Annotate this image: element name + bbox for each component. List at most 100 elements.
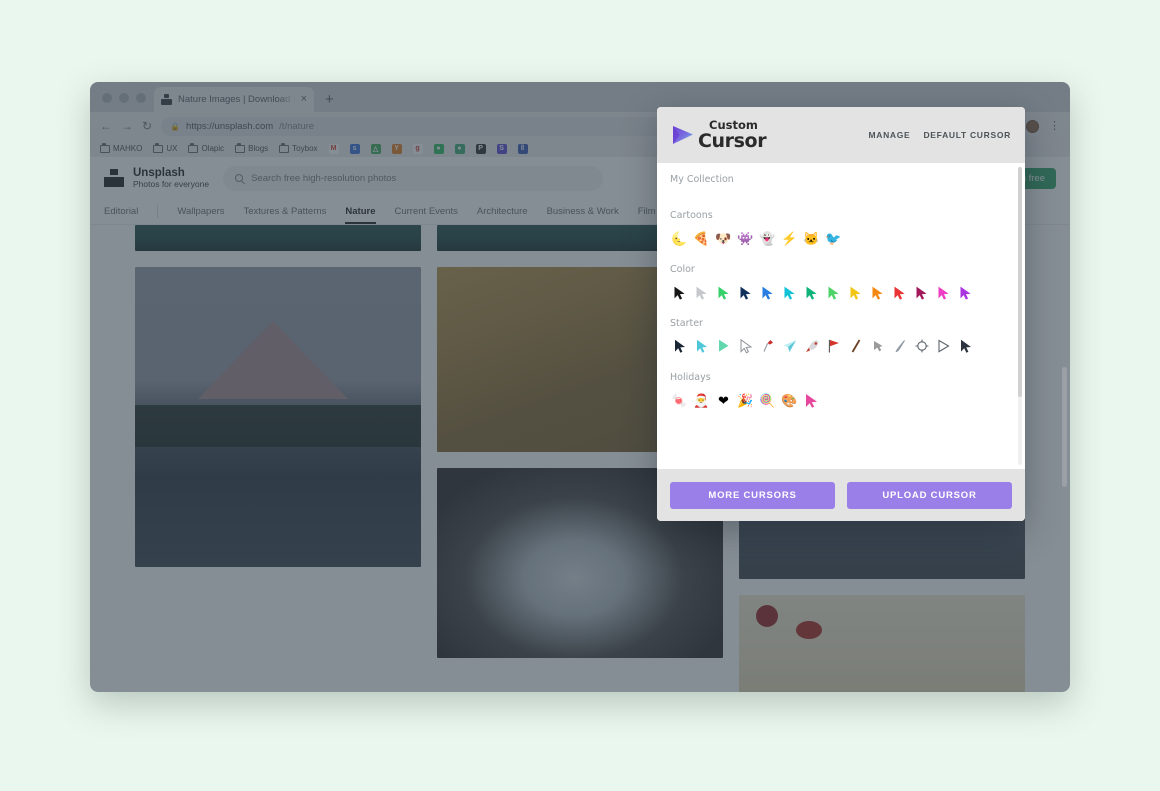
gray-hand-cursor-icon[interactable]	[868, 336, 887, 357]
pencil-cursor-icon[interactable]	[890, 336, 909, 357]
unsplash-logo[interactable]: Unsplash Photos for everyone	[104, 167, 209, 190]
nav-item-architecture[interactable]: Architecture	[477, 206, 528, 217]
blue-creature-cursor-icon[interactable]: 🐱	[802, 228, 821, 249]
navy-arrow-cursor-icon[interactable]	[736, 282, 755, 303]
manage-link[interactable]: MANAGE	[868, 130, 910, 140]
photo-thumbnail[interactable]	[135, 225, 421, 251]
new-tab-button[interactable]: +	[314, 92, 345, 112]
cursor-row	[670, 329, 1012, 361]
browser-tab-active[interactable]: Nature Images | Download Fre ×	[154, 87, 314, 112]
back-icon[interactable]: ←	[100, 120, 112, 132]
folder-icon	[188, 145, 198, 153]
lime-arrow-cursor-icon[interactable]	[824, 282, 843, 303]
purple-monster-cursor-icon[interactable]: 👾	[736, 228, 755, 249]
nav-item-current-events[interactable]: Current Events	[395, 206, 458, 217]
black-arrow-cursor-icon[interactable]	[670, 282, 689, 303]
party-hat-cursor-icon[interactable]: 🎉	[736, 390, 755, 411]
upload-cursor-button[interactable]: UPLOAD CURSOR	[847, 482, 1012, 509]
section-my-collection: My Collection	[657, 163, 1025, 199]
outline-arrow-cursor-icon[interactable]	[736, 336, 755, 357]
red-heart-cursor-icon[interactable]: ❤	[714, 390, 733, 411]
orange-arrow-cursor-icon[interactable]	[868, 282, 887, 303]
green-arrow-cursor-icon[interactable]	[714, 282, 733, 303]
folder-icon	[235, 145, 245, 153]
nav-item-editorial[interactable]: Editorial	[104, 206, 138, 217]
avatar[interactable]	[1026, 120, 1039, 133]
crosshair-cursor-icon[interactable]	[912, 336, 931, 357]
nav-item-nature[interactable]: Nature	[345, 206, 375, 217]
bookmark-icon[interactable]: ‖	[518, 144, 528, 154]
teal-arrow-cursor-icon[interactable]	[802, 282, 821, 303]
photo-thumbnail[interactable]	[739, 595, 1025, 692]
silver-arrow-cursor-icon[interactable]	[692, 282, 711, 303]
custom-cursor-logo[interactable]: Custom Cursor	[670, 120, 766, 150]
maximize-window-button[interactable]	[136, 93, 146, 103]
outline-triangle-cursor-icon[interactable]	[934, 336, 953, 357]
nav-item-film[interactable]: Film	[638, 206, 656, 217]
drive-icon[interactable]: △	[371, 144, 381, 154]
paper-plane-cursor-icon[interactable]	[780, 336, 799, 357]
photo-thumbnail[interactable]	[135, 267, 421, 567]
nav-item-wallpapers[interactable]: Wallpapers	[177, 206, 224, 217]
unsplash-search-input[interactable]: Search free high-resolution photos	[223, 166, 603, 191]
minimize-window-button[interactable]	[119, 93, 129, 103]
bookmark-item[interactable]: MAHKO	[100, 144, 142, 153]
bookmark-icon[interactable]: s	[350, 144, 360, 154]
spotify-icon[interactable]: ●	[434, 144, 444, 154]
pikachu-tail-cursor-icon[interactable]: 🌜	[670, 228, 689, 249]
black-arrow-cursor-icon[interactable]	[670, 336, 689, 357]
unsplash-favicon-icon	[161, 94, 172, 105]
folder-icon	[279, 145, 289, 153]
photo-column-1	[135, 225, 421, 692]
default-cursor-link[interactable]: DEFAULT CURSOR	[923, 130, 1011, 140]
more-cursors-button[interactable]: MORE CURSORS	[670, 482, 835, 509]
red-arrow-cursor-icon[interactable]	[890, 282, 909, 303]
pen-line-cursor-icon[interactable]	[846, 336, 865, 357]
close-window-button[interactable]	[102, 93, 112, 103]
popup-scrollbar-thumb[interactable]	[1018, 167, 1022, 397]
window-traffic-lights	[98, 93, 154, 112]
bookmark-icon[interactable]: g	[413, 144, 423, 154]
reload-icon[interactable]: ↻	[142, 120, 152, 132]
red-pushpin-cursor-icon[interactable]	[758, 336, 777, 357]
bookmark-item[interactable]: UX	[153, 144, 177, 153]
page-scrollbar[interactable]	[1062, 367, 1067, 487]
jake-dog-cursor-icon[interactable]: 🐶	[714, 228, 733, 249]
white-ghost-cursor-icon[interactable]: 👻	[758, 228, 777, 249]
bookmark-icon[interactable]: ●	[455, 144, 465, 154]
pizza-cursor-icon[interactable]: 🍕	[692, 228, 711, 249]
bookmark-icon[interactable]: P	[476, 144, 486, 154]
bookmark-item[interactable]: Blogs	[235, 144, 268, 153]
section-color: Color	[657, 253, 1025, 307]
browser-menu-icon[interactable]: ⋮	[1049, 121, 1060, 132]
mint-triangle-cursor-icon[interactable]	[714, 336, 733, 357]
candy-cane-cursor-icon[interactable]: 🍬	[670, 390, 689, 411]
bookmark-icon[interactable]: S	[497, 144, 507, 154]
nav-item-textures[interactable]: Textures & Patterns	[244, 206, 327, 217]
pink-arrow-cursor-icon[interactable]	[934, 282, 953, 303]
crimson-arrow-cursor-icon[interactable]	[912, 282, 931, 303]
rocket-cursor-icon[interactable]	[802, 336, 821, 357]
bookmark-item[interactable]: Olapic	[188, 144, 224, 153]
close-icon[interactable]: ×	[301, 94, 307, 105]
purple-arrow-cursor-icon[interactable]	[956, 282, 975, 303]
santa-cursor-icon[interactable]: 🎅	[692, 390, 711, 411]
popup-cursor-list[interactable]: My Collection Cartoons 🌜 🍕 🐶 👾 👻 ⚡ 🐱 🐦 C…	[657, 163, 1025, 469]
gmail-icon[interactable]: M	[329, 144, 339, 154]
pikachu-face-cursor-icon[interactable]: ⚡	[780, 228, 799, 249]
pink-arrow-cursor-icon[interactable]	[802, 390, 821, 411]
orange-bird-cursor-icon[interactable]: 🐦	[824, 228, 843, 249]
ornament-cursor-icon[interactable]: 🎨	[780, 390, 799, 411]
nav-divider	[157, 205, 158, 218]
blue-arrow-cursor-icon[interactable]	[758, 282, 777, 303]
bookmark-item[interactable]: Toybox	[279, 144, 317, 153]
nav-item-business[interactable]: Business & Work	[547, 206, 619, 217]
cyan-arrow-cursor-icon[interactable]	[780, 282, 799, 303]
bookmark-icon[interactable]: Y	[392, 144, 402, 154]
dark-arrow-cursor-icon[interactable]	[956, 336, 975, 357]
forward-icon[interactable]: →	[121, 120, 133, 132]
yellow-arrow-cursor-icon[interactable]	[846, 282, 865, 303]
red-flag-cursor-icon[interactable]	[824, 336, 843, 357]
candy-cursor-icon[interactable]: 🍭	[758, 390, 777, 411]
cyan-arrow-cursor-icon[interactable]	[692, 336, 711, 357]
